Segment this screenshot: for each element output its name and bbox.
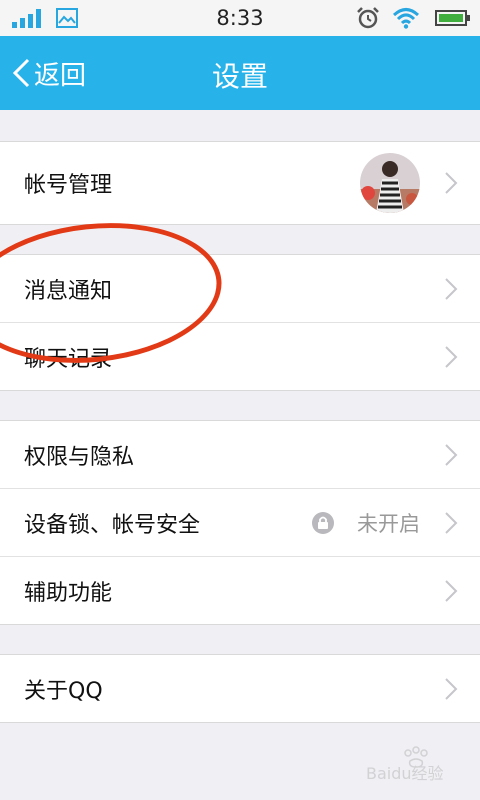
device-lock-row[interactable]: 设备锁、帐号安全 未开启 xyxy=(0,489,480,557)
battery-icon xyxy=(435,10,470,26)
chevron-right-icon xyxy=(445,277,458,300)
page-title: 设置 xyxy=(211,60,268,93)
about-qq-row[interactable]: 关于QQ xyxy=(0,655,480,722)
about-qq-label: 关于QQ xyxy=(24,678,103,704)
chevron-right-icon xyxy=(445,345,458,368)
settings-group-messages: 消息通知 聊天记录 xyxy=(0,254,480,391)
lock-icon xyxy=(312,511,334,534)
chevron-right-icon xyxy=(445,511,458,534)
device-lock-label: 设备锁、帐号安全 xyxy=(24,512,201,538)
baidu-watermark: Baidu经验 xyxy=(366,746,444,783)
chevron-right-icon xyxy=(445,579,458,602)
device-lock-status: 未开启 xyxy=(357,511,420,536)
notifications-row[interactable]: 消息通知 xyxy=(0,255,480,323)
accessibility-row[interactable]: 辅助功能 xyxy=(0,557,480,624)
account-management-row[interactable]: 帐号管理 xyxy=(0,142,480,224)
chevron-right-icon xyxy=(445,443,458,466)
status-bar: 8:33 xyxy=(0,0,480,36)
chat-history-row[interactable]: 聊天记录 xyxy=(0,323,480,390)
nav-bar: 返回 设置 xyxy=(0,36,480,110)
chat-history-label: 聊天记录 xyxy=(24,346,113,372)
account-management-label: 帐号管理 xyxy=(24,173,113,198)
chevron-right-icon xyxy=(445,677,458,700)
alarm-icon xyxy=(357,7,379,29)
wifi-icon xyxy=(392,8,420,29)
avatar xyxy=(360,153,420,213)
permissions-privacy-row[interactable]: 权限与隐私 xyxy=(0,421,480,489)
svg-text:Baidu经验: Baidu经验 xyxy=(366,764,444,783)
settings-group-privacy: 权限与隐私 设备锁、帐号安全 未开启 辅助功能 xyxy=(0,420,480,625)
settings-group-account: 帐号管理 xyxy=(0,141,480,225)
accessibility-label: 辅助功能 xyxy=(24,580,113,606)
permissions-privacy-label: 权限与隐私 xyxy=(24,444,135,470)
chevron-right-icon xyxy=(445,172,458,194)
settings-group-about: 关于QQ xyxy=(0,654,480,723)
notifications-label: 消息通知 xyxy=(24,278,113,304)
